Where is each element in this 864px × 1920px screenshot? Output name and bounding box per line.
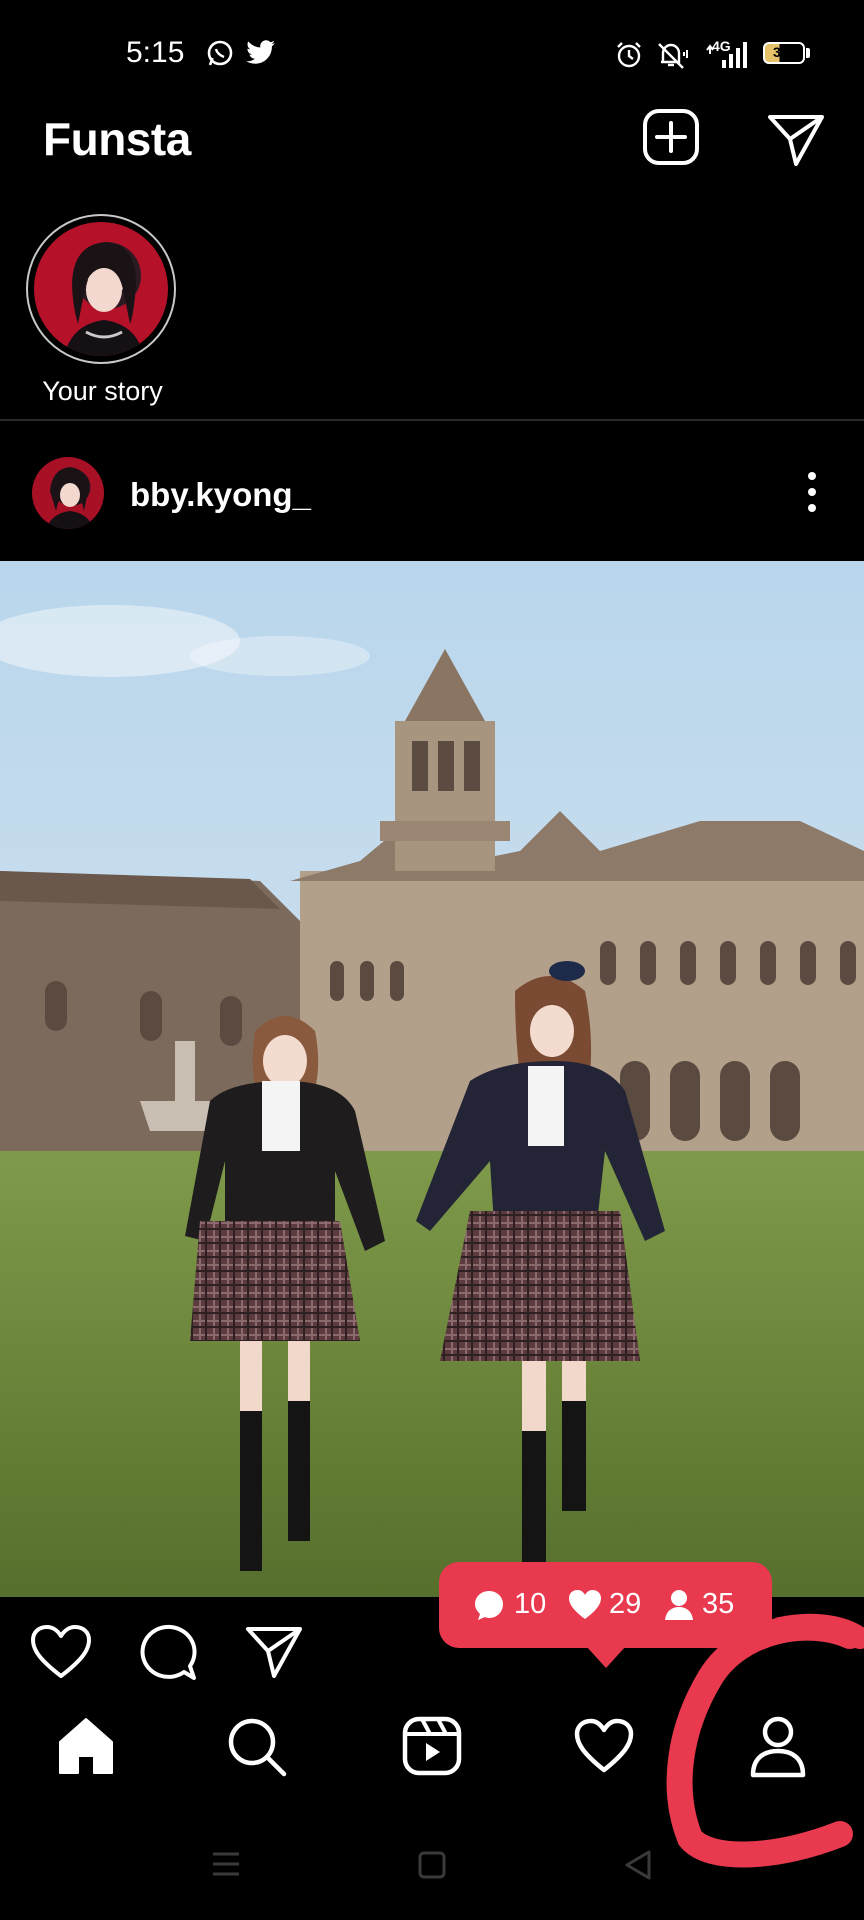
red-circle-annotation xyxy=(666,1613,864,1868)
home-button-icon[interactable] xyxy=(418,1851,446,1879)
like-icon[interactable] xyxy=(30,1624,92,1680)
signal-icon xyxy=(706,42,747,68)
search-icon[interactable] xyxy=(226,1716,288,1778)
reels-icon[interactable] xyxy=(402,1716,462,1776)
status-time: 5:15 xyxy=(126,36,185,69)
send-icon[interactable] xyxy=(766,112,826,168)
battery-tip xyxy=(806,48,810,58)
recents-icon[interactable] xyxy=(211,1851,241,1877)
back-icon[interactable] xyxy=(623,1849,653,1881)
your-story-avatar[interactable] xyxy=(34,222,168,356)
more-options-icon[interactable] xyxy=(800,470,824,514)
stories-divider xyxy=(0,419,864,421)
comment-count-icon xyxy=(475,1591,503,1620)
share-icon[interactable] xyxy=(244,1624,304,1680)
post-author-avatar[interactable] xyxy=(32,457,104,529)
app-title: Funsta xyxy=(43,113,191,165)
like-count: 29 xyxy=(609,1588,642,1620)
battery-level: 36 xyxy=(773,44,789,60)
alarm-icon xyxy=(617,42,641,68)
post-image[interactable] xyxy=(0,561,864,1597)
comment-count: 10 xyxy=(514,1588,547,1620)
battery-icon: 36 xyxy=(763,42,805,64)
post-username[interactable]: bby.kyong_ xyxy=(130,476,311,514)
mute-icon xyxy=(658,43,688,69)
status-bar: 5:15 4G 36 xyxy=(0,0,864,100)
whatsapp-icon xyxy=(207,40,233,66)
comment-icon[interactable] xyxy=(138,1622,198,1682)
your-story-label: Your story xyxy=(42,376,163,406)
like-count-icon xyxy=(569,1590,601,1619)
home-icon[interactable] xyxy=(56,1716,116,1776)
activity-icon[interactable] xyxy=(574,1718,634,1774)
add-post-icon[interactable] xyxy=(642,108,700,166)
twitter-icon xyxy=(246,40,275,64)
activity-tooltip-tail xyxy=(586,1646,626,1668)
